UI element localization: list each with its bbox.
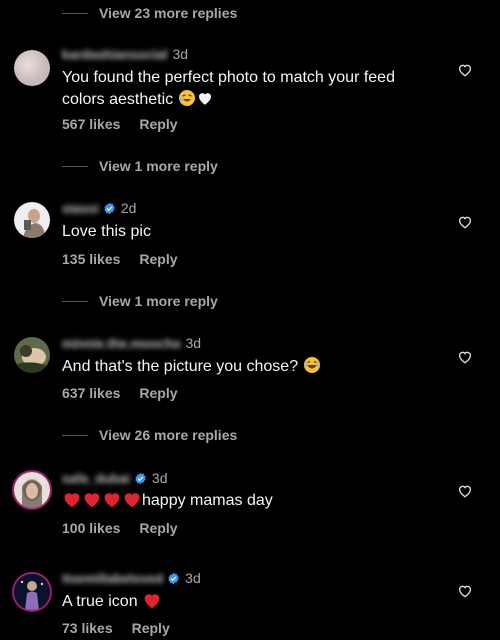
likes-count[interactable]: 73 likes (62, 620, 113, 636)
likes-count[interactable]: 637 likes (62, 385, 120, 401)
like-heart-icon[interactable] (457, 583, 473, 599)
divider-line (62, 165, 88, 167)
comment-actions: 135 likes Reply (62, 251, 178, 267)
comment-meta: stassi 2d (62, 200, 136, 216)
view-more-replies[interactable]: View 1 more reply (62, 158, 218, 174)
red-heart-emoji (62, 490, 82, 515)
comment-text: A true icon (62, 591, 422, 616)
view-more-replies[interactable]: View 26 more replies (62, 427, 237, 443)
like-heart-icon[interactable] (457, 62, 473, 78)
reply-button[interactable]: Reply (132, 620, 170, 636)
username[interactable]: kardashiansocial (62, 47, 168, 62)
red-heart-emoji (122, 490, 142, 515)
avatar-story-ring[interactable] (14, 472, 50, 508)
comment-meta: kardashiansocial 3d (62, 46, 188, 62)
timestamp: 3d (172, 46, 189, 62)
comment-meta: minnie.the.moocha 3d (62, 335, 201, 351)
timestamp: 2d (120, 200, 137, 216)
verified-badge-icon (168, 572, 179, 584)
comment-actions: 637 likes Reply (62, 385, 178, 401)
comment-actions: 73 likes Reply (62, 620, 170, 636)
avatar[interactable] (14, 337, 50, 373)
username[interactable]: stassi (62, 201, 99, 216)
reply-button[interactable]: Reply (139, 385, 177, 401)
username[interactable]: safa_dubai (62, 471, 130, 486)
red-heart-emoji (82, 490, 102, 515)
likes-count[interactable]: 100 likes (62, 520, 120, 536)
rolling-laughing-emoji (178, 89, 196, 114)
username[interactable]: minnie.the.moocha (62, 336, 180, 351)
divider-line (62, 300, 88, 302)
like-heart-icon[interactable] (457, 214, 473, 230)
red-heart-emoji (142, 591, 162, 616)
laughing-emoji (303, 356, 321, 381)
comment-text: And that's the picture you chose? (62, 356, 422, 381)
username[interactable]: itsemiliabeloved (62, 571, 163, 586)
reply-button[interactable]: Reply (139, 116, 177, 132)
comment-text: happy mamas day (62, 490, 422, 515)
timestamp: 3d (185, 335, 202, 351)
view-more-replies[interactable]: View 1 more reply (62, 293, 218, 309)
divider-line (62, 434, 88, 436)
likes-count[interactable]: 567 likes (62, 116, 120, 132)
red-heart-emoji (102, 490, 122, 515)
comment-actions: 100 likes Reply (62, 520, 178, 536)
timestamp: 3d (185, 570, 201, 586)
like-heart-icon[interactable] (457, 349, 473, 365)
comment-text: Love this pic (62, 223, 151, 240)
white-heart-emoji (196, 89, 214, 114)
avatar-story-ring[interactable] (14, 574, 50, 610)
reply-button[interactable]: Reply (139, 520, 177, 536)
comment-text: You found the perfect photo to match you… (62, 67, 422, 114)
verified-badge-icon (104, 202, 115, 214)
comment-meta: safa_dubai 3d (62, 470, 168, 486)
avatar[interactable] (14, 50, 50, 86)
timestamp: 3d (151, 470, 168, 486)
reply-button[interactable]: Reply (139, 251, 177, 267)
like-heart-icon[interactable] (457, 483, 473, 499)
avatar[interactable] (14, 202, 50, 238)
divider-line (62, 12, 88, 14)
comment-actions: 567 likes Reply (62, 116, 178, 132)
verified-badge-icon (135, 472, 146, 484)
view-more-replies[interactable]: View 23 more replies (62, 5, 237, 21)
likes-count[interactable]: 135 likes (62, 251, 120, 267)
comment-meta: itsemiliabeloved 3d (62, 570, 201, 586)
